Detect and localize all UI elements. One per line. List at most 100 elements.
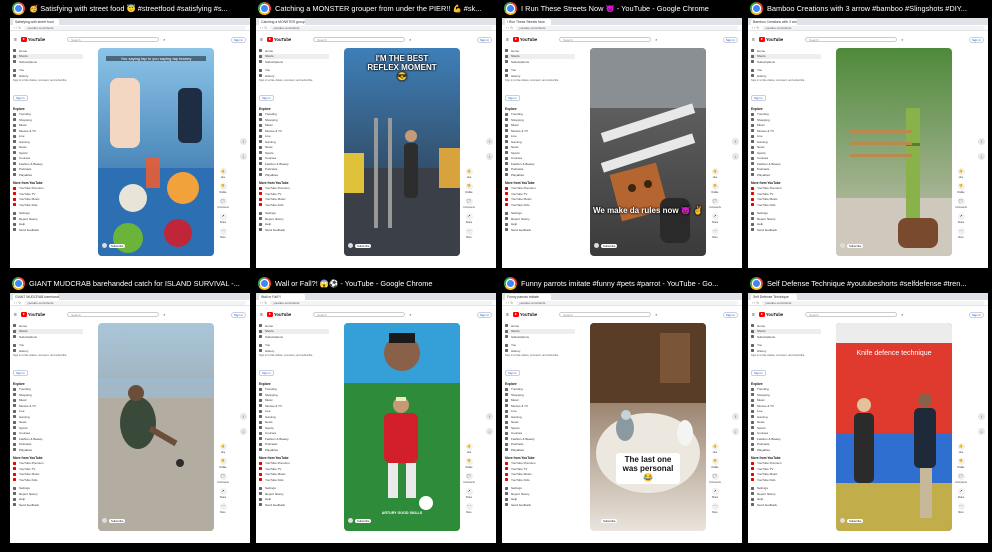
sidebar-item-home[interactable]: Home	[751, 323, 821, 329]
dislike-icon[interactable]: 👎	[957, 183, 965, 190]
comments-icon[interactable]: 💬	[465, 473, 473, 480]
sidebar-item-playables[interactable]: Playables	[505, 172, 575, 178]
sign-in-button[interactable]: Sign in	[476, 36, 492, 43]
share-icon[interactable]: ↗	[465, 488, 473, 495]
share-icon[interactable]: ↗	[957, 213, 965, 220]
window-titlebar[interactable]: I Run These Streets Now 😈 - YouTube - Go…	[502, 0, 742, 16]
browser-tab[interactable]: Self Defense Technique	[751, 294, 797, 300]
next-short-icon[interactable]: ↓	[486, 153, 493, 160]
browser-tab[interactable]: Bamboo Creations with 3 arrow	[751, 19, 797, 25]
back-forward-icon[interactable]: ‹ › ↻	[260, 26, 267, 30]
window-titlebar[interactable]: Self Defense Technique #youtubeshorts #s…	[748, 275, 988, 291]
sign-in-button[interactable]: Sign in	[722, 311, 738, 318]
comments-icon[interactable]: 💬	[219, 473, 227, 480]
subscribe-button[interactable]: Subscribe	[601, 243, 618, 248]
sidebar-item-send-feedback[interactable]: Send feedback	[751, 502, 821, 508]
avatar[interactable]	[348, 243, 353, 248]
window-titlebar[interactable]: Bamboo Creations with 3 arrow #bamboo #S…	[748, 0, 988, 16]
sidebar-item-home[interactable]: Home	[13, 48, 83, 54]
short-video-player[interactable]: Subscribe I'M THE BEST REFLEX MOMENT 😎	[344, 48, 460, 256]
sidebar-item-send-feedback[interactable]: Send feedback	[259, 227, 329, 233]
avatar[interactable]	[840, 518, 845, 523]
like-icon[interactable]: 👍	[465, 443, 473, 450]
share-icon[interactable]: ↗	[219, 488, 227, 495]
previous-short-icon[interactable]: ↑	[486, 413, 493, 420]
sidebar-item-playables[interactable]: Playables	[505, 447, 575, 453]
url-field[interactable]: youtube.com/shorts	[24, 25, 246, 30]
previous-short-icon[interactable]: ↑	[240, 413, 247, 420]
next-short-icon[interactable]: ↓	[978, 153, 985, 160]
search-input[interactable]: Search	[67, 312, 160, 317]
browser-tab[interactable]: I Run These Streets Now	[505, 19, 551, 25]
youtube-logo[interactable]: YouTube	[266, 312, 291, 317]
sidebar-item-playables[interactable]: Playables	[751, 172, 821, 178]
like-icon[interactable]: 👍	[957, 168, 965, 175]
sidebar-item-send-feedback[interactable]: Send feedback	[13, 502, 83, 508]
comments-icon[interactable]: 💬	[219, 198, 227, 205]
search-input[interactable]: Search	[805, 312, 898, 317]
sidebar-sign-in-button[interactable]: Sign in	[751, 94, 766, 101]
sidebar-item-playables[interactable]: Playables	[751, 447, 821, 453]
search-icon[interactable]: ⌕	[901, 37, 903, 42]
sidebar-item-home[interactable]: Home	[505, 323, 575, 329]
more-icon[interactable]: ⋯	[711, 503, 719, 510]
search-icon[interactable]: ⌕	[901, 312, 903, 317]
previous-short-icon[interactable]: ↑	[486, 138, 493, 145]
next-short-icon[interactable]: ↓	[732, 428, 739, 435]
dislike-icon[interactable]: 👎	[465, 458, 473, 465]
menu-icon[interactable]: ≡	[14, 312, 17, 318]
window-titlebar[interactable]: Catching a MONSTER grouper from under th…	[256, 0, 496, 16]
sidebar-item-home[interactable]: Home	[751, 48, 821, 54]
short-video-player[interactable]: Subscribe ARTURY GOOD SKILLS	[344, 323, 460, 531]
avatar[interactable]	[594, 518, 599, 523]
youtube-logo[interactable]: YouTube	[20, 37, 45, 42]
share-icon[interactable]: ↗	[465, 213, 473, 220]
sidebar-item-home[interactable]: Home	[505, 48, 575, 54]
search-icon[interactable]: ⌕	[655, 312, 657, 317]
more-icon[interactable]: ⋯	[957, 228, 965, 235]
search-input[interactable]: Search	[313, 37, 406, 42]
like-icon[interactable]: 👍	[219, 168, 227, 175]
sidebar-item-home[interactable]: Home	[13, 323, 83, 329]
short-video-player[interactable]: Subscribe Knife defence technique	[836, 323, 952, 531]
url-field[interactable]: youtube.com/shorts	[762, 25, 984, 30]
dislike-icon[interactable]: 👎	[219, 183, 227, 190]
search-icon[interactable]: ⌕	[409, 37, 411, 42]
sidebar-item-send-feedback[interactable]: Send feedback	[13, 227, 83, 233]
subscribe-button[interactable]: Subscribe	[355, 518, 372, 523]
sign-in-button[interactable]: Sign in	[476, 311, 492, 318]
subscribe-button[interactable]: Subscribe	[109, 243, 126, 248]
search-input[interactable]: Search	[559, 37, 652, 42]
sidebar-item-playables[interactable]: Playables	[13, 447, 83, 453]
sidebar-item-send-feedback[interactable]: Send feedback	[751, 227, 821, 233]
search-input[interactable]: Search	[559, 312, 652, 317]
search-icon[interactable]: ⌕	[655, 37, 657, 42]
dislike-icon[interactable]: 👎	[957, 458, 965, 465]
window-titlebar[interactable]: Funny parrots imitate #funny #pets #parr…	[502, 275, 742, 291]
browser-tab[interactable]: Funny parrots imitate	[505, 294, 551, 300]
short-video-player[interactable]: Subscribe We make da rules now 😈 ✌	[590, 48, 706, 256]
more-icon[interactable]: ⋯	[465, 503, 473, 510]
search-input[interactable]: Search	[313, 312, 406, 317]
search-input[interactable]: Search	[805, 37, 898, 42]
avatar[interactable]	[348, 518, 353, 523]
more-icon[interactable]: ⋯	[465, 228, 473, 235]
next-short-icon[interactable]: ↓	[732, 153, 739, 160]
more-icon[interactable]: ⋯	[219, 228, 227, 235]
sidebar-sign-in-button[interactable]: Sign in	[13, 94, 28, 101]
sidebar-item-playables[interactable]: Playables	[13, 172, 83, 178]
previous-short-icon[interactable]: ↑	[978, 413, 985, 420]
sidebar-item-home[interactable]: Home	[259, 48, 329, 54]
comments-icon[interactable]: 💬	[711, 198, 719, 205]
youtube-logo[interactable]: YouTube	[512, 312, 537, 317]
next-short-icon[interactable]: ↓	[240, 153, 247, 160]
sign-in-button[interactable]: Sign in	[722, 36, 738, 43]
like-icon[interactable]: 👍	[219, 443, 227, 450]
avatar[interactable]	[102, 243, 107, 248]
back-forward-icon[interactable]: ‹ › ↻	[14, 26, 21, 30]
menu-icon[interactable]: ≡	[260, 37, 263, 43]
back-forward-icon[interactable]: ‹ › ↻	[260, 301, 267, 305]
sign-in-button[interactable]: Sign in	[968, 36, 984, 43]
browser-tab[interactable]: GIANT MUDCRAB barehanded	[13, 294, 59, 300]
back-forward-icon[interactable]: ‹ › ↻	[506, 301, 513, 305]
